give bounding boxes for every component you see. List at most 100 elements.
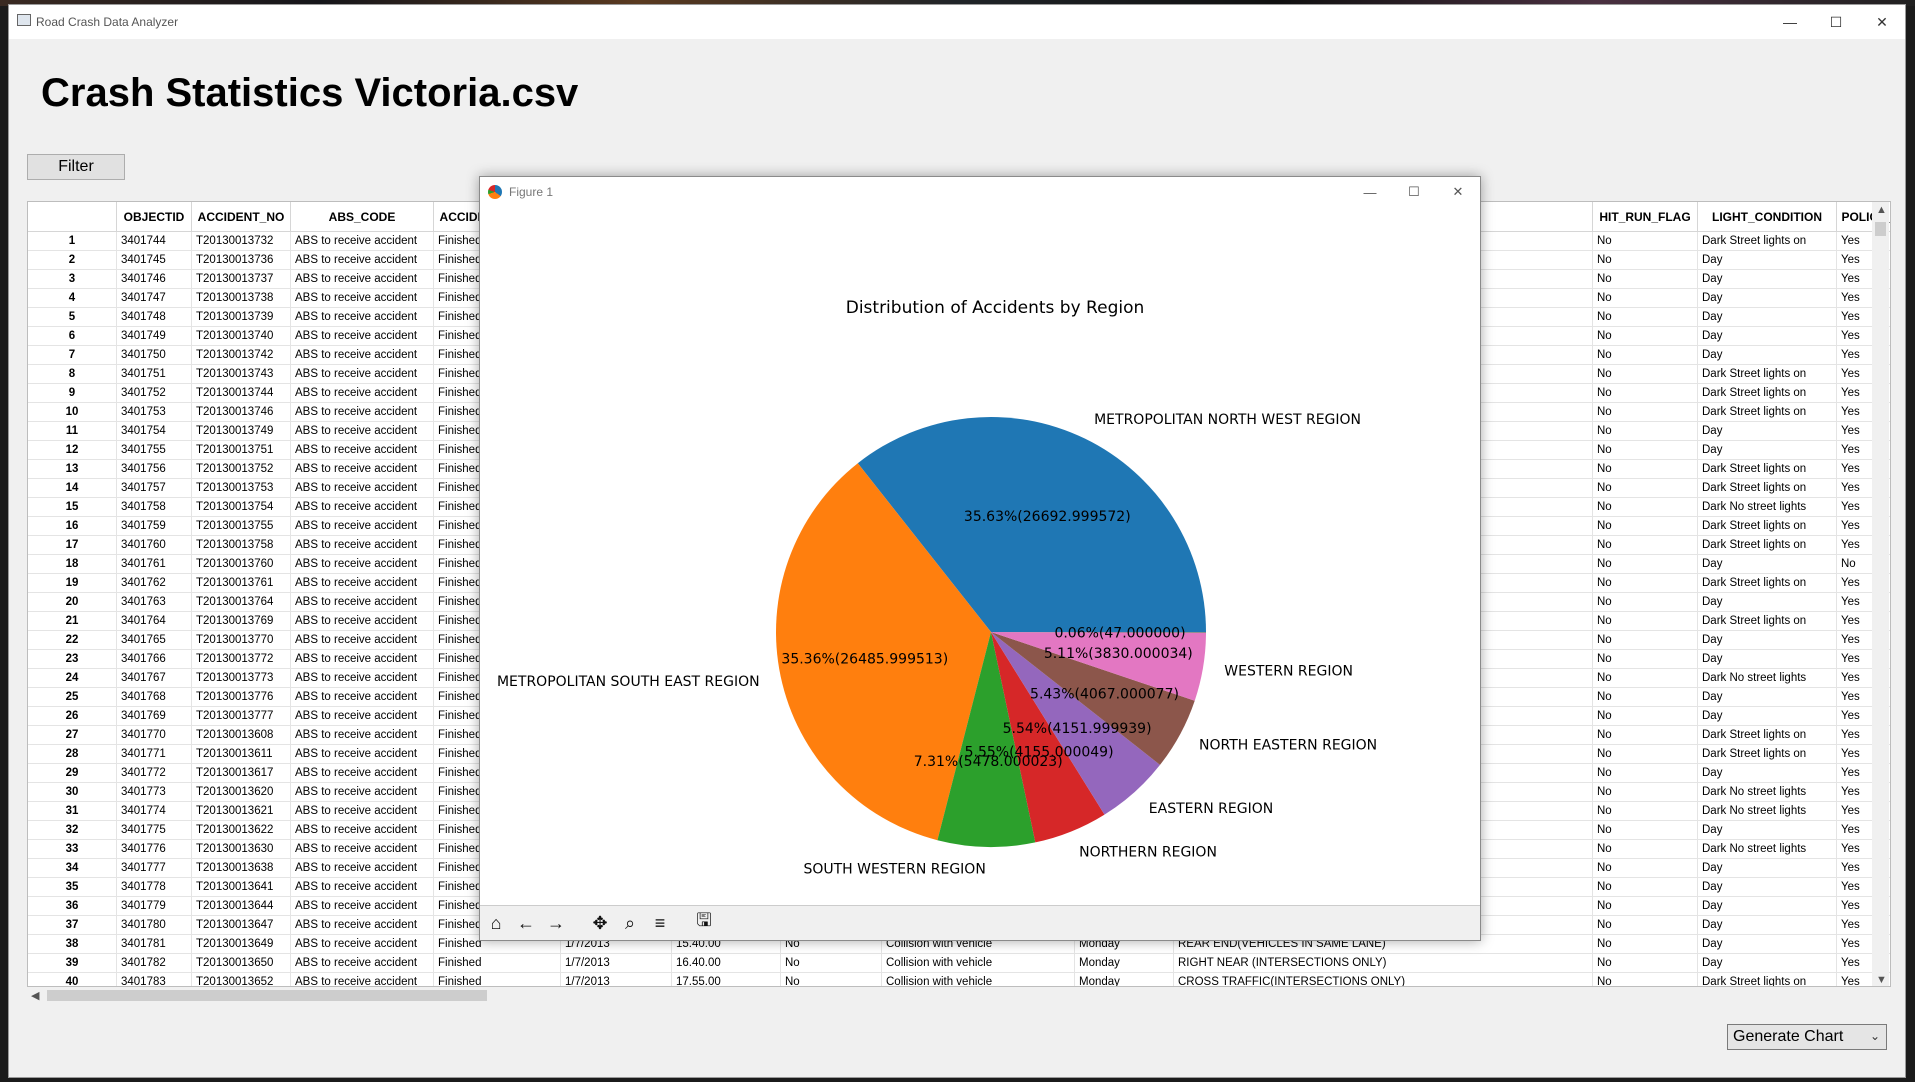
row-number[interactable]: 31: [28, 801, 117, 821]
back-arrow-icon[interactable]: ←: [514, 911, 538, 935]
table-cell[interactable]: Finished: [433, 953, 561, 973]
table-cell[interactable]: No: [1592, 896, 1698, 916]
table-cell[interactable]: ABS to receive accident: [290, 801, 434, 821]
pan-icon[interactable]: ✥: [588, 911, 612, 935]
table-cell[interactable]: T20130013742: [191, 345, 291, 365]
table-cell[interactable]: Dark Street lights on: [1697, 364, 1837, 384]
table-cell[interactable]: 3401764: [116, 611, 192, 631]
row-number[interactable]: 10: [28, 402, 117, 422]
minimize-button[interactable]: —: [1767, 5, 1813, 39]
figure-minimize-button[interactable]: —: [1348, 177, 1392, 207]
table-cell[interactable]: Day: [1697, 269, 1837, 289]
row-number[interactable]: 20: [28, 592, 117, 612]
table-cell[interactable]: Dark Street lights on: [1697, 383, 1837, 403]
table-cell[interactable]: Day: [1697, 877, 1837, 897]
table-cell[interactable]: ABS to receive accident: [290, 307, 434, 327]
row-number[interactable]: 32: [28, 820, 117, 840]
table-cell[interactable]: Dark Street lights on: [1697, 231, 1837, 251]
row-number[interactable]: 14: [28, 478, 117, 498]
vertical-scrollbar[interactable]: ▲ ▼: [1872, 202, 1889, 986]
table-cell[interactable]: No: [1592, 288, 1698, 308]
table-cell[interactable]: ABS to receive accident: [290, 402, 434, 422]
table-cell[interactable]: ABS to receive accident: [290, 573, 434, 593]
table-cell[interactable]: ABS to receive accident: [290, 421, 434, 441]
row-number[interactable]: 11: [28, 421, 117, 441]
table-cell[interactable]: Day: [1697, 915, 1837, 935]
row-number[interactable]: 38: [28, 934, 117, 954]
table-cell[interactable]: Day: [1697, 630, 1837, 650]
row-number[interactable]: 13: [28, 459, 117, 479]
row-number[interactable]: 37: [28, 915, 117, 935]
table-cell[interactable]: T20130013758: [191, 535, 291, 555]
table-cell[interactable]: Dark No street lights: [1697, 801, 1837, 821]
table-cell[interactable]: ABS to receive accident: [290, 611, 434, 631]
table-cell[interactable]: T20130013652: [191, 972, 291, 986]
table-cell[interactable]: No: [1592, 763, 1698, 783]
table-cell[interactable]: Dark No street lights: [1697, 839, 1837, 859]
table-cell[interactable]: 3401768: [116, 687, 192, 707]
table-cell[interactable]: T20130013776: [191, 687, 291, 707]
table-cell[interactable]: 3401770: [116, 725, 192, 745]
row-number[interactable]: 8: [28, 364, 117, 384]
table-cell[interactable]: No: [1592, 611, 1698, 631]
table-cell[interactable]: Dark Street lights on: [1697, 516, 1837, 536]
table-cell[interactable]: No: [1592, 573, 1698, 593]
row-number[interactable]: 19: [28, 573, 117, 593]
table-cell[interactable]: ABS to receive accident: [290, 326, 434, 346]
table-cell[interactable]: Day: [1697, 953, 1837, 973]
table-cell[interactable]: T20130013743: [191, 364, 291, 384]
table-cell[interactable]: ABS to receive accident: [290, 516, 434, 536]
table-cell[interactable]: 3401779: [116, 896, 192, 916]
table-cell[interactable]: 3401777: [116, 858, 192, 878]
table-cell[interactable]: 17.55.00: [671, 972, 781, 986]
table-cell[interactable]: No: [1592, 687, 1698, 707]
table-cell[interactable]: T20130013611: [191, 744, 291, 764]
table-cell[interactable]: No: [1592, 250, 1698, 270]
table-cell[interactable]: T20130013751: [191, 440, 291, 460]
table-cell[interactable]: T20130013641: [191, 877, 291, 897]
table-cell[interactable]: ABS to receive accident: [290, 440, 434, 460]
table-cell[interactable]: 3401758: [116, 497, 192, 517]
table-cell[interactable]: No: [1592, 440, 1698, 460]
table-cell[interactable]: T20130013621: [191, 801, 291, 821]
table-cell[interactable]: No: [1592, 535, 1698, 555]
zoom-icon[interactable]: ⌕: [618, 911, 642, 935]
table-cell[interactable]: No: [1592, 459, 1698, 479]
table-cell[interactable]: 3401755: [116, 440, 192, 460]
table-cell[interactable]: T20130013744: [191, 383, 291, 403]
row-number[interactable]: 34: [28, 858, 117, 878]
table-cell[interactable]: ABS to receive accident: [290, 231, 434, 251]
table-cell[interactable]: No: [1592, 231, 1698, 251]
table-row[interactable]: 39 3401782 T20130013650 ABS to receive acci…: [28, 953, 1890, 973]
row-number[interactable]: 6: [28, 326, 117, 346]
table-cell[interactable]: Dark Street lights on: [1697, 725, 1837, 745]
row-number[interactable]: 5: [28, 307, 117, 327]
table-cell[interactable]: No: [1592, 402, 1698, 422]
table-cell[interactable]: T20130013754: [191, 497, 291, 517]
table-cell[interactable]: No: [1592, 915, 1698, 935]
row-number[interactable]: 16: [28, 516, 117, 536]
table-cell[interactable]: No: [1592, 668, 1698, 688]
table-cell[interactable]: Day: [1697, 326, 1837, 346]
configure-subplots-icon[interactable]: ≡: [648, 911, 672, 935]
row-number[interactable]: 27: [28, 725, 117, 745]
table-cell[interactable]: 3401774: [116, 801, 192, 821]
table-cell[interactable]: T20130013732: [191, 231, 291, 251]
table-cell[interactable]: ABS to receive accident: [290, 877, 434, 897]
column-header[interactable]: LIGHT_CONDITION: [1697, 202, 1837, 232]
table-cell[interactable]: T20130013760: [191, 554, 291, 574]
table-cell[interactable]: Day: [1697, 763, 1837, 783]
table-cell[interactable]: Dark Street lights on: [1697, 611, 1837, 631]
row-number[interactable]: 17: [28, 535, 117, 555]
table-cell[interactable]: Monday: [1074, 972, 1174, 986]
table-cell[interactable]: Collision with vehicle: [881, 972, 1075, 986]
row-number[interactable]: 25: [28, 687, 117, 707]
table-cell[interactable]: No: [780, 972, 882, 986]
scroll-up-icon[interactable]: ▲: [1876, 204, 1887, 216]
row-number[interactable]: 7: [28, 345, 117, 365]
table-cell[interactable]: T20130013608: [191, 725, 291, 745]
table-cell[interactable]: Day: [1697, 706, 1837, 726]
table-cell[interactable]: 3401745: [116, 250, 192, 270]
table-cell[interactable]: 3401749: [116, 326, 192, 346]
table-cell[interactable]: 16.40.00: [671, 953, 781, 973]
